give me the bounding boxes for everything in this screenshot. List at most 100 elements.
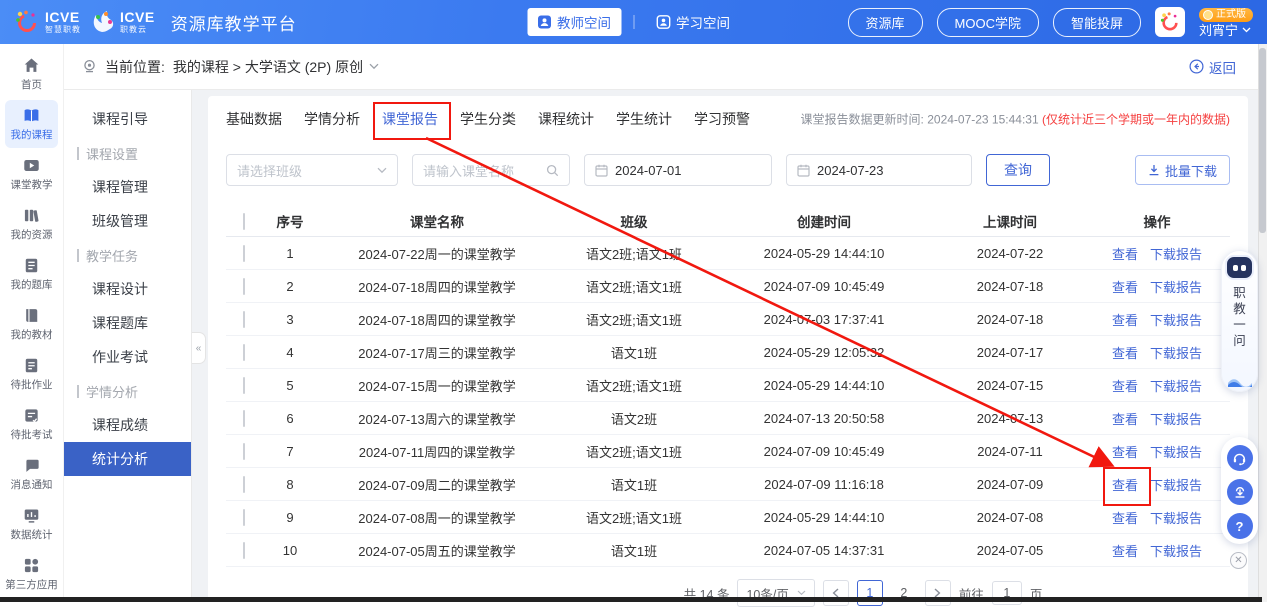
sidebar-item-third-party-apps[interactable]: 第三方应用 <box>5 550 58 598</box>
sidebar-item-pending-exams[interactable]: 待批考试 <box>5 400 58 448</box>
download-report-link[interactable]: 下载报告 <box>1150 475 1202 494</box>
end-date-input[interactable]: 2024-07-23 <box>786 154 972 186</box>
batch-download-button[interactable]: 批量下载 <box>1135 155 1230 185</box>
download-report-link[interactable]: 下载报告 <box>1150 508 1202 527</box>
row-checkbox[interactable] <box>243 278 245 295</box>
next-page-button[interactable] <box>925 580 951 606</box>
tab-basic-data[interactable]: 基础数据 <box>226 109 282 129</box>
tab-student-classification[interactable]: 学生分类 <box>460 109 516 129</box>
page-size-select[interactable]: 10条/页 <box>737 579 814 607</box>
main-area: 基础数据学情分析课堂报告学生分类课程统计学生统计学习预警 课堂报告数据更新时间:… <box>192 90 1258 602</box>
download-report-link[interactable]: 下载报告 <box>1150 277 1202 296</box>
download-report-link[interactable]: 下载报告 <box>1150 310 1202 329</box>
row-checkbox[interactable] <box>243 542 245 559</box>
menu-item-course-design[interactable]: 课程设计 <box>64 272 191 306</box>
row-checkbox[interactable] <box>243 443 245 460</box>
view-link[interactable]: 查看 <box>1112 475 1138 494</box>
cell-class-name: 2024-07-18周四的课堂教学 <box>318 310 556 329</box>
user-menu[interactable]: 刘宵宁 <box>1199 24 1251 37</box>
cell-class: 语文2班;语文1班 <box>556 244 712 263</box>
menu-item-course-management[interactable]: 课程管理 <box>64 170 191 204</box>
brand-logo-zhijiaoyun: ICVE 职教云 <box>89 9 155 35</box>
sidebar-item-data-statistics[interactable]: 数据统计 <box>5 500 58 548</box>
view-link[interactable]: 查看 <box>1112 409 1138 428</box>
menu-item-course-guide[interactable]: 课程引导 <box>64 102 191 136</box>
floating-toolbar: ? <box>1221 437 1258 544</box>
cell-class-name: 2024-07-22周一的课堂教学 <box>318 244 556 263</box>
sidebar-item-my-resources[interactable]: 我的资源 <box>5 200 58 248</box>
view-link[interactable]: 查看 <box>1112 442 1138 461</box>
row-checkbox[interactable] <box>243 311 245 328</box>
medal-icon <box>1203 10 1213 20</box>
view-link[interactable]: 查看 <box>1112 376 1138 395</box>
row-checkbox[interactable] <box>243 377 245 394</box>
tab-course-stats[interactable]: 课程统计 <box>538 109 594 129</box>
table-row: 42024-07-17周三的课堂教学语文1班2024-05-29 12:05:3… <box>226 336 1230 369</box>
download-report-link[interactable]: 下载报告 <box>1150 442 1202 461</box>
cell-class-name: 2024-07-17周三的课堂教学 <box>318 343 556 362</box>
sidebar-item-notifications[interactable]: 消息通知 <box>5 450 58 498</box>
class-select[interactable]: 请选择班级 <box>226 154 398 186</box>
sidebar-item-pending-homework[interactable]: 待批作业 <box>5 350 58 398</box>
customer-service-button[interactable] <box>1227 445 1253 471</box>
prev-page-button[interactable] <box>823 580 849 606</box>
row-checkbox[interactable] <box>243 509 245 526</box>
download-report-link[interactable]: 下载报告 <box>1150 541 1202 560</box>
avatar[interactable] <box>1155 7 1185 37</box>
tab-learning-warning[interactable]: 学习预警 <box>694 109 750 129</box>
download-report-link[interactable]: 下载报告 <box>1150 244 1202 263</box>
menu-item-course-grades[interactable]: 课程成绩 <box>64 408 191 442</box>
column-header: 序号 <box>262 211 318 231</box>
download-report-link[interactable]: 下载报告 <box>1150 343 1202 362</box>
row-checkbox[interactable] <box>243 410 245 427</box>
mooc-academy-button[interactable]: MOOC学院 <box>937 8 1039 37</box>
teacher-space-button[interactable]: 教师空间 <box>527 8 621 36</box>
select-all-checkbox[interactable] <box>243 213 245 230</box>
sidebar-item-my-question-bank[interactable]: 我的题库 <box>5 250 58 298</box>
breadcrumb-trail[interactable]: 我的课程 > 大学语文 (2P) 原创 <box>173 57 379 77</box>
scrollbar-thumb[interactable] <box>1259 48 1266 233</box>
menu-item-homework-exam[interactable]: 作业考试 <box>64 340 191 374</box>
row-checkbox[interactable] <box>243 476 245 493</box>
back-button[interactable]: 返回 <box>1189 57 1236 77</box>
menu-item-statistical-analysis[interactable]: 统计分析 <box>64 442 191 476</box>
breadcrumb-bar: 当前位置: 我的课程 > 大学语文 (2P) 原创 返回 <box>64 44 1258 90</box>
calendar-icon <box>797 164 810 177</box>
pending-exams-icon <box>23 407 40 424</box>
tab-student-stats[interactable]: 学生统计 <box>616 109 672 129</box>
start-date-input[interactable]: 2024-07-01 <box>584 154 772 186</box>
view-link[interactable]: 查看 <box>1112 244 1138 263</box>
learning-space-button[interactable]: 学习空间 <box>646 8 740 36</box>
cell-no: 5 <box>262 378 318 393</box>
download-center-button[interactable] <box>1227 479 1253 505</box>
menu-item-course-question-bank[interactable]: 课程题库 <box>64 306 191 340</box>
query-button[interactable]: 查询 <box>986 154 1050 186</box>
view-link[interactable]: 查看 <box>1112 541 1138 560</box>
view-link[interactable]: 查看 <box>1112 343 1138 362</box>
sidebar-item-classroom-teaching[interactable]: 课堂教学 <box>5 150 58 198</box>
tab-class-report[interactable]: 课堂报告 <box>382 109 438 129</box>
zhijiao-assistant-widget[interactable]: 职教一问 <box>1221 250 1258 392</box>
collapse-sidebar-handle[interactable]: « <box>192 332 206 364</box>
breadcrumb-prefix: 当前位置: <box>105 57 165 77</box>
menu-item-class-management[interactable]: 班级管理 <box>64 204 191 238</box>
sidebar-item-my-courses[interactable]: 我的课程 <box>5 100 58 148</box>
tab-learning-analysis[interactable]: 学情分析 <box>304 109 360 129</box>
sidebar-item-home[interactable]: 首页 <box>5 50 58 98</box>
row-checkbox[interactable] <box>243 344 245 361</box>
row-checkbox[interactable] <box>243 245 245 262</box>
close-toolbar-icon[interactable]: ✕ <box>1230 552 1247 569</box>
page-button-2[interactable]: 2 <box>891 580 917 606</box>
download-report-link[interactable]: 下载报告 <box>1150 409 1202 428</box>
page-button-1[interactable]: 1 <box>857 580 883 606</box>
view-link[interactable]: 查看 <box>1112 508 1138 527</box>
smart-casting-button[interactable]: 智能投屏 <box>1053 8 1141 37</box>
sidebar-item-my-textbooks[interactable]: 我的教材 <box>5 300 58 348</box>
view-link[interactable]: 查看 <box>1112 277 1138 296</box>
help-button[interactable]: ? <box>1227 513 1253 539</box>
download-report-link[interactable]: 下载报告 <box>1150 376 1202 395</box>
cell-class-name: 2024-07-15周一的课堂教学 <box>318 376 556 395</box>
resource-library-button[interactable]: 资源库 <box>848 8 923 37</box>
class-name-search[interactable]: 请输入课堂名称 <box>412 154 570 186</box>
view-link[interactable]: 查看 <box>1112 310 1138 329</box>
